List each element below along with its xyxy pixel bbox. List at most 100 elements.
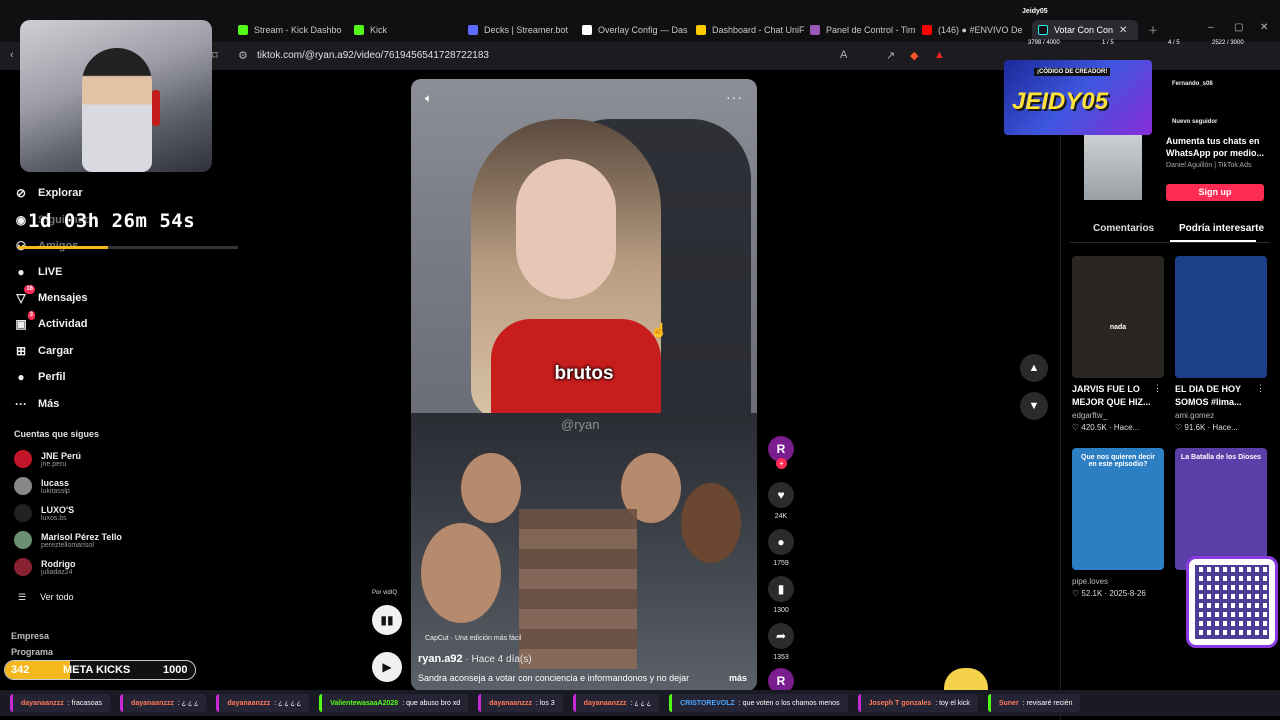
save-action[interactable]: ▮ 1300 xyxy=(766,576,796,614)
recommended-video[interactable]: nada JARVIS FUE LO MEJOR QUE HIZ... edgarf… xyxy=(1072,256,1164,432)
tab-recommended[interactable]: Podría interesarte xyxy=(1179,223,1264,234)
comment-icon[interactable]: ● xyxy=(768,529,794,555)
vidiq-stats-button[interactable]: ▮▮ xyxy=(372,605,402,635)
browser-tab[interactable]: Kick xyxy=(354,20,414,40)
share-arrow-icon[interactable]: ➦ xyxy=(768,623,794,649)
chat-follower-name: Fernando_s08 xyxy=(1172,81,1213,87)
back-icon[interactable]: ‹ xyxy=(10,49,14,61)
description-more-button[interactable]: más xyxy=(729,673,747,683)
video-caption: brutos xyxy=(554,363,614,384)
next-video-button[interactable]: ▼ xyxy=(1020,392,1048,420)
more-options-icon[interactable]: ··· xyxy=(726,89,743,105)
bookmark-icon[interactable]: ⌑ xyxy=(212,49,218,62)
ad-title[interactable]: Aumenta tus chats en WhatsApp por medio.… xyxy=(1166,135,1271,159)
video-menu-icon[interactable]: ⋮ xyxy=(1153,383,1162,394)
following-account[interactable]: Marisol Pérez Tello pereztellomarisol xyxy=(14,531,122,549)
sidebar-item-actividad[interactable]: ▣ 3 Actividad xyxy=(14,311,88,331)
see-all-button[interactable]: ☰ Ver todo xyxy=(18,592,74,603)
ad-thumbnail[interactable] xyxy=(1084,130,1142,200)
browser-tab[interactable]: Dashboard - Chat UniF xyxy=(696,20,806,40)
sidebar-item-label: Cargar xyxy=(38,345,74,357)
notification-badge: 3 xyxy=(27,311,35,320)
comment-action[interactable]: ● 1759 xyxy=(766,529,796,567)
browser-tab[interactable]: Stream - Kick Dashbo xyxy=(238,20,348,40)
recommended-video[interactable]: EL DIA DE HOY SOMOS #lima... ami.gomez ♡ 9… xyxy=(1175,256,1267,432)
list-icon: ☰ xyxy=(18,592,27,602)
more-icon: ··· xyxy=(15,397,27,411)
minimize-button[interactable]: – xyxy=(1208,22,1214,33)
video-author[interactable]: ryan.a92 · Hace 4 día(s) xyxy=(418,653,532,665)
following-account[interactable]: JNE Perú jne.peru xyxy=(14,450,81,468)
browser-tab-label: Decks | Streamer.bot xyxy=(484,25,568,35)
brave-shield-icon[interactable]: ◆ xyxy=(910,49,918,62)
share-icon[interactable]: ↗ xyxy=(886,49,895,62)
follow-plus-icon[interactable]: + xyxy=(776,458,787,469)
browser-tab-label: Stream - Kick Dashbo xyxy=(254,25,342,35)
following-account[interactable]: LUXO'S luxos.bs xyxy=(14,504,74,522)
creator-code-badge: ¡CÓDIGO DE CREADOR! JEIDY05 xyxy=(1004,60,1152,135)
person-figure xyxy=(421,523,501,623)
tab-divider xyxy=(1070,242,1270,243)
sidebar-item-ms[interactable]: ··· Más xyxy=(14,397,59,411)
previous-video-button[interactable]: ▲ xyxy=(1020,354,1048,382)
footer-link-programa[interactable]: Programa xyxy=(11,647,53,657)
person-figure xyxy=(681,483,741,563)
sidebar-item-explorar[interactable]: ⊘ Explorar xyxy=(14,186,83,200)
browser-tab[interactable]: (146) ● #ENVIVO De xyxy=(922,20,1022,40)
video-author-name[interactable]: ryan.a92 xyxy=(418,653,463,665)
save-count: 1300 xyxy=(773,607,789,614)
sidebar-item-perfil[interactable]: ● Perfil xyxy=(14,370,65,384)
recommended-video[interactable]: Que nos quieren decir en este episodio? p… xyxy=(1072,448,1164,598)
video-menu-icon[interactable]: ⋮ xyxy=(1256,383,1265,394)
sidebar-item-cargar[interactable]: ⊞ Cargar xyxy=(14,344,74,358)
kicks-current: 342 xyxy=(11,664,30,676)
recommended-author: edgarftw_ xyxy=(1072,411,1108,420)
video-thumbnail[interactable]: Que nos quieren decir en este episodio? xyxy=(1072,448,1164,570)
following-name: JNE Perú xyxy=(41,450,82,461)
video-player[interactable]: brutos @ryan 🔈︎ ··· CapCut · Una edición… xyxy=(411,79,757,691)
translate-icon[interactable]: A xyxy=(840,49,847,61)
chat-new-follower: Nuevo seguidor xyxy=(1172,119,1218,125)
sidebar-item-mensajes[interactable]: ▽ 16 Mensajes xyxy=(14,285,88,305)
video-thumbnail[interactable]: nada xyxy=(1072,256,1164,378)
chat-username: dayanaanzzz xyxy=(131,699,174,707)
chat-username: dayanaanzzz xyxy=(21,699,64,707)
woman-face-figure xyxy=(516,159,616,299)
bookmark-icon[interactable]: ▮ xyxy=(768,576,794,602)
close-tab-icon[interactable]: ✕ xyxy=(1119,25,1127,36)
video-thumbnail[interactable] xyxy=(1175,256,1267,378)
close-window-button[interactable]: ✕ xyxy=(1260,22,1268,33)
video-thumbnail[interactable]: La Batalla de los Dioses xyxy=(1175,448,1267,570)
chat-username: dayanaanzzz xyxy=(489,699,532,707)
recommended-stats: ♡ 52.1K · 2025-8-26 xyxy=(1072,589,1146,598)
new-tab-button[interactable]: ＋ xyxy=(1148,22,1158,37)
play-button[interactable]: ▶ xyxy=(372,652,402,682)
browser-tab[interactable]: Decks | Streamer.bot xyxy=(468,20,578,40)
recommended-author: pipe.loves xyxy=(1072,577,1109,586)
site-settings-icon[interactable]: ⚙ xyxy=(238,49,248,62)
maximize-button[interactable]: ▢ xyxy=(1234,22,1243,33)
following-account[interactable]: Rodrigo juliadaz24 xyxy=(14,558,76,576)
tab-favicon-icon xyxy=(696,25,706,35)
footer-link-empresa[interactable]: Empresa xyxy=(11,631,49,641)
share-action[interactable]: ➦ 1353 xyxy=(766,623,796,661)
tab-comments[interactable]: Comentarios xyxy=(1093,223,1154,234)
heart-icon[interactable]: ♥ xyxy=(768,482,794,508)
following-account[interactable]: lucass lukitasslp xyxy=(14,477,70,495)
browser-tab[interactable]: Overlay Config — Das xyxy=(582,20,692,40)
url-field[interactable]: tiktok.com/@ryan.a92/video/7619456541728… xyxy=(257,50,489,61)
active-tab[interactable]: Votar Con Con ✕ xyxy=(1032,20,1138,40)
thumbnail-text: Que nos quieren decir en este episodio? xyxy=(1081,454,1155,468)
sidebar-item-live[interactable]: ● LIVE xyxy=(14,265,62,279)
signup-button[interactable]: Sign up xyxy=(1166,184,1264,201)
see-all-label: Ver todo xyxy=(40,592,74,602)
chat-username: CRISTOREVOLZ xyxy=(680,699,735,707)
browser-tab[interactable]: Panel de Control - Tim xyxy=(810,20,920,40)
volume-icon[interactable]: 🔈︎ xyxy=(425,91,432,106)
vidiq-label: Por vidIQ xyxy=(372,590,398,596)
capcut-label[interactable]: CapCut · Una edición más fácil xyxy=(425,635,522,642)
video-frame-top: brutos xyxy=(411,79,757,419)
like-action[interactable]: ♥ 24K xyxy=(766,482,796,520)
rewards-icon[interactable]: ▲ xyxy=(934,49,945,61)
browser-tab-label: Kick xyxy=(370,25,388,35)
